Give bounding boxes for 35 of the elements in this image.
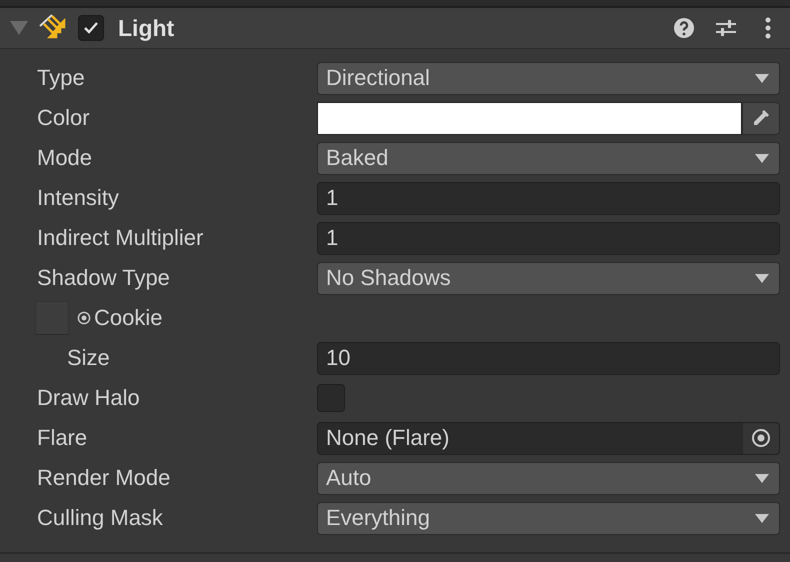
dropdown[interactable]: No Shadows — [317, 262, 780, 294]
dropdown[interactable]: Directional — [317, 62, 780, 94]
property-label: Render Mode — [36, 465, 172, 491]
checkbox[interactable] — [317, 384, 345, 412]
dropdown[interactable]: Auto — [317, 462, 780, 494]
property-label: Size — [66, 345, 111, 371]
property-label: Culling Mask — [36, 505, 164, 531]
property-label: Color — [36, 105, 91, 131]
checkbox[interactable] — [78, 15, 104, 41]
number-field[interactable]: 1 — [317, 182, 780, 214]
target-icon — [77, 311, 91, 325]
property-label: Type — [36, 65, 86, 91]
dropdown-caret-icon — [755, 74, 769, 82]
property-label: Shadow Type — [36, 265, 171, 291]
check-icon — [83, 21, 99, 35]
property-label: Intensity — [36, 185, 120, 211]
property-label: Draw Halo — [36, 385, 141, 411]
property-label: Cookie — [94, 305, 162, 331]
property-label: Flare — [36, 425, 88, 451]
component-title: Light — [118, 14, 174, 42]
eyedropper-button[interactable] — [742, 102, 780, 134]
dropdown-caret-icon — [755, 514, 769, 522]
dropdown[interactable]: Baked — [317, 142, 780, 174]
property-label: Indirect Multiplier — [36, 225, 204, 251]
dropdown[interactable]: Everything — [317, 502, 780, 534]
number-field[interactable]: 1 — [317, 222, 780, 254]
dropdown-caret-icon — [755, 154, 769, 162]
dropdown-caret-icon — [755, 274, 769, 282]
help-icon[interactable] — [672, 16, 696, 40]
property-label: Mode — [36, 145, 94, 171]
object-field[interactable]: None (Flare) — [317, 422, 780, 454]
number-field[interactable]: 10 — [317, 342, 780, 374]
target-icon — [751, 428, 771, 448]
color-swatch[interactable] — [317, 102, 742, 134]
dropdown-caret-icon — [755, 474, 769, 482]
